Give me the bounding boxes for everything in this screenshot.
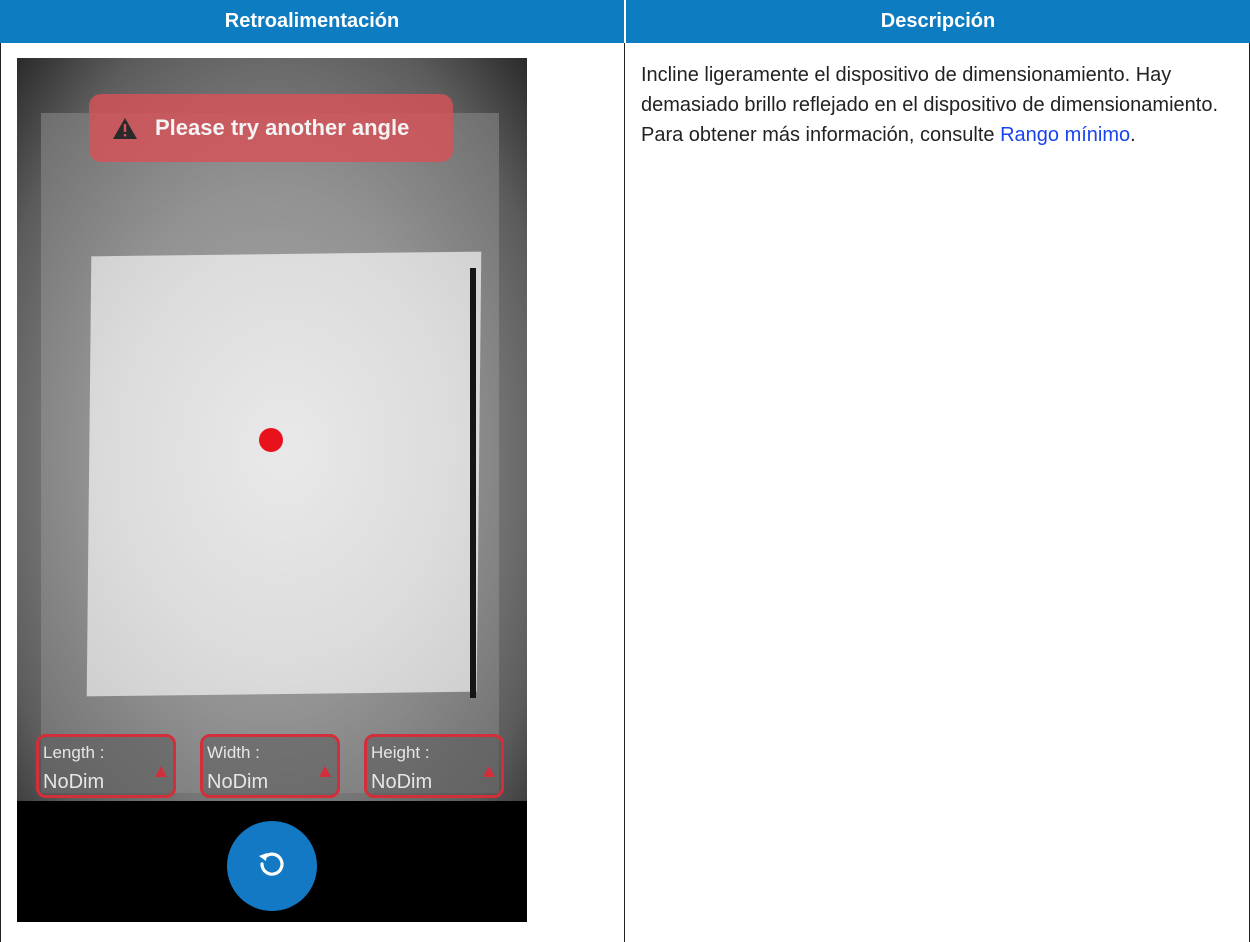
target-dot [259, 428, 283, 452]
warning-triangle-icon [483, 764, 495, 782]
length-value: NoDim [43, 771, 105, 793]
package-box [86, 251, 482, 697]
package-box-edge [470, 268, 476, 698]
refresh-icon [255, 847, 289, 886]
height-readout: Height : NoDim [364, 734, 504, 798]
warning-triangle-icon [111, 116, 139, 140]
warning-triangle-icon [155, 764, 167, 782]
refresh-button[interactable] [227, 821, 317, 911]
height-value: NoDim [371, 771, 433, 793]
width-value: NoDim [207, 771, 269, 793]
width-label: Width : [207, 743, 260, 762]
table-border-middle [624, 43, 625, 942]
minimum-range-link[interactable]: Rango mínimo [1000, 124, 1130, 146]
bottom-bar [17, 801, 527, 922]
table-border-left [0, 43, 1, 942]
column-header-description: Descripción [626, 0, 1250, 43]
width-readout: Width : NoDim [200, 734, 340, 798]
height-label: Height : [371, 743, 430, 762]
dimensioning-app-screenshot: Please try another angle Length : NoDim … [17, 58, 527, 922]
description-end: . [1130, 124, 1136, 146]
length-readout: Length : NoDim [36, 734, 176, 798]
dimension-readouts: Length : NoDim Width : NoDim Height : No… [17, 734, 527, 802]
alert-message: Please try another angle [155, 115, 410, 140]
warning-triangle-icon [319, 764, 331, 782]
description-text: Incline ligeramente el dispositivo de di… [641, 60, 1241, 150]
camera-preview: Please try another angle Length : NoDim … [17, 58, 527, 801]
column-header-feedback: Retroalimentación [0, 0, 624, 43]
alert-banner: Please try another angle [89, 94, 453, 162]
feedback-table: Retroalimentación Descripción Please try… [0, 0, 1250, 942]
length-label: Length : [43, 743, 105, 762]
